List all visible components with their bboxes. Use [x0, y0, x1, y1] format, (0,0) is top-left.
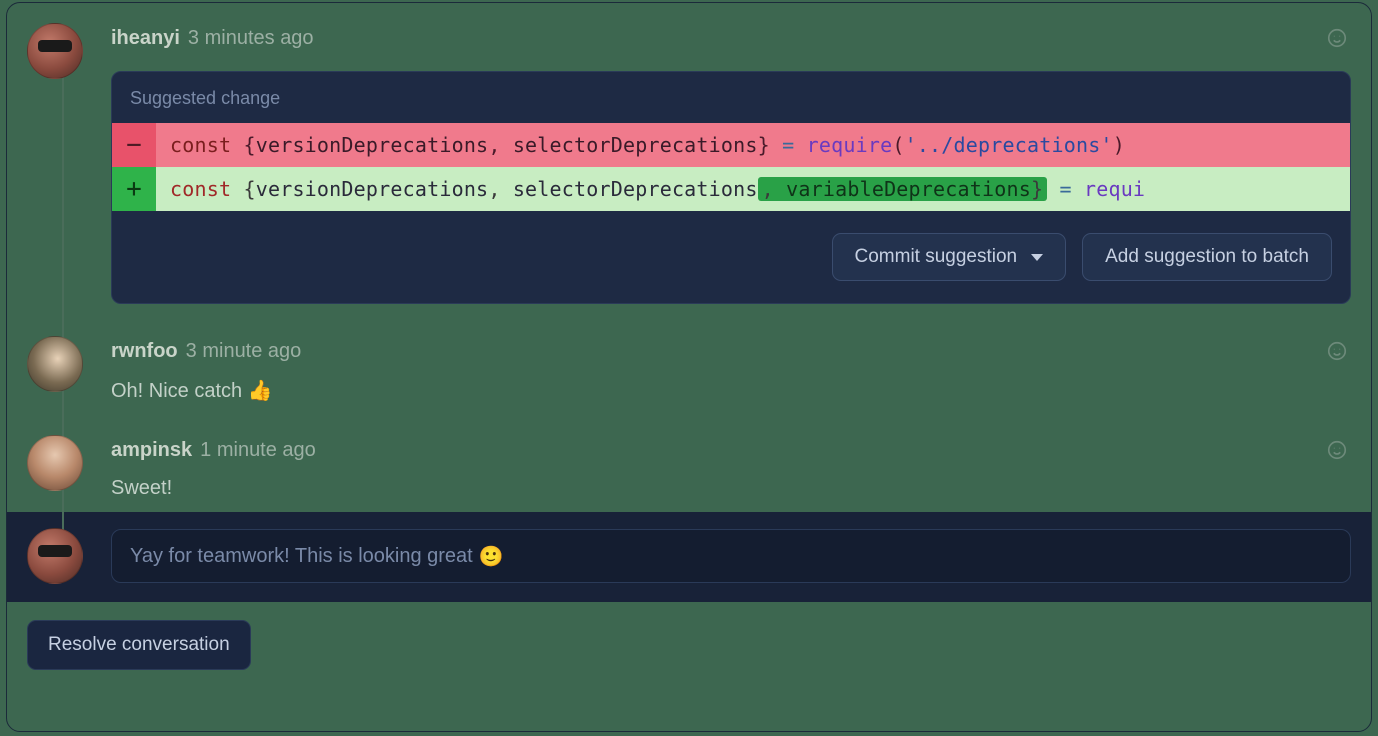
avatar[interactable]: [27, 23, 83, 79]
diff-block: − const {versionDeprecations, selectorDe…: [112, 123, 1350, 211]
token-brace: {: [243, 133, 255, 157]
token-brace: {: [243, 177, 255, 201]
smiley-plus-icon: [1326, 439, 1348, 461]
avatar[interactable]: [27, 435, 83, 491]
diff-row-deletion: − const {versionDeprecations, selectorDe…: [112, 123, 1350, 167]
suggested-change-header: Suggested change: [112, 72, 1350, 123]
button-label: Commit suggestion: [855, 246, 1018, 268]
smiley-plus-icon: [1326, 340, 1348, 362]
add-reaction-button[interactable]: [1323, 436, 1351, 464]
comment-text: Oh! Nice catch 👍: [111, 378, 1351, 403]
token-ident: selectorDeprecations: [513, 133, 758, 157]
avatar[interactable]: [27, 528, 83, 584]
token-keyword: const: [170, 177, 231, 201]
comment-timestamp: 3 minute ago: [186, 340, 302, 363]
comment-header: rwnfoo 3 minute ago: [111, 336, 1351, 366]
token-keyword: const: [170, 133, 231, 157]
diff-code-addition: const {versionDeprecations, selectorDepr…: [156, 167, 1350, 211]
token-comma: ,: [488, 133, 500, 157]
reply-input[interactable]: Yay for teamwork! This is looking great …: [111, 529, 1351, 583]
reply-composer: Yay for teamwork! This is looking great …: [7, 512, 1371, 602]
smiley-plus-icon: [1326, 27, 1348, 49]
suggestion-actions: Commit suggestion Add suggestion to batc…: [112, 211, 1350, 303]
review-thread-panel: iheanyi 3 minutes ago Suggested change: [6, 2, 1372, 732]
comment-header: iheanyi 3 minutes ago: [111, 23, 1351, 53]
chevron-down-icon: [1031, 254, 1043, 261]
button-label: Resolve conversation: [48, 634, 230, 655]
diff-code-deletion: const {versionDeprecations, selectorDepr…: [156, 123, 1350, 167]
add-reaction-button[interactable]: [1323, 337, 1351, 365]
diff-highlight-added: , variableDeprecations}: [758, 177, 1048, 201]
add-reaction-button[interactable]: [1323, 24, 1351, 52]
comment-author[interactable]: rwnfoo: [111, 340, 178, 363]
comment-author[interactable]: ampinsk: [111, 439, 192, 462]
comment-body: ampinsk 1 minute ago Sweet!: [111, 435, 1351, 500]
token-equals: =: [1059, 177, 1071, 201]
token-comma: ,: [762, 177, 774, 201]
resolve-conversation-button[interactable]: Resolve conversation: [27, 620, 251, 670]
diff-sign-plus: +: [112, 167, 156, 211]
comment: iheanyi 3 minutes ago Suggested change: [7, 3, 1371, 316]
token-brace: }: [1031, 177, 1043, 201]
diff-sign-minus: −: [112, 123, 156, 167]
suggested-change-box: Suggested change − const {versionDepreca…: [111, 71, 1351, 304]
comment-author[interactable]: iheanyi: [111, 27, 180, 50]
button-label: Add suggestion to batch: [1105, 246, 1309, 268]
thread-footer: Resolve conversation: [7, 602, 1371, 688]
token-ident: versionDeprecations: [256, 133, 489, 157]
comment-header: ampinsk 1 minute ago: [111, 435, 1351, 465]
comment-timestamp: 1 minute ago: [200, 439, 316, 462]
token-equals: =: [782, 133, 794, 157]
add-suggestion-to-batch-button[interactable]: Add suggestion to batch: [1082, 233, 1332, 281]
diff-row-addition: + const {versionDeprecations, selectorDe…: [112, 167, 1350, 211]
token-brace: }: [758, 133, 770, 157]
token-ident: versionDeprecations: [256, 177, 489, 201]
commit-suggestion-button[interactable]: Commit suggestion: [832, 233, 1067, 281]
token-ident: selectorDeprecations: [513, 177, 758, 201]
comment-timestamp: 3 minutes ago: [188, 27, 314, 50]
comment: ampinsk 1 minute ago Sweet!: [7, 415, 1371, 512]
avatar[interactable]: [27, 336, 83, 392]
comment-body: rwnfoo 3 minute ago Oh! Nice catch 👍: [111, 336, 1351, 403]
comment-thread: iheanyi 3 minutes ago Suggested change: [7, 3, 1371, 512]
token-comma: ,: [488, 177, 500, 201]
token-string: '../deprecations': [905, 133, 1113, 157]
token-function: require: [807, 133, 893, 157]
token-function: requi: [1084, 177, 1145, 201]
emoji-slightly-smiling: 🙂: [479, 544, 504, 569]
reply-input-value: Yay for teamwork! This is looking great: [130, 545, 473, 568]
comment-body: iheanyi 3 minutes ago Suggested change: [111, 23, 1351, 304]
token-paren: (: [892, 133, 904, 157]
token-ident: variableDeprecations: [786, 177, 1031, 201]
comment-text: Sweet!: [111, 477, 1351, 500]
token-paren: ): [1113, 133, 1125, 157]
comment: rwnfoo 3 minute ago Oh! Nice catch 👍: [7, 316, 1371, 415]
